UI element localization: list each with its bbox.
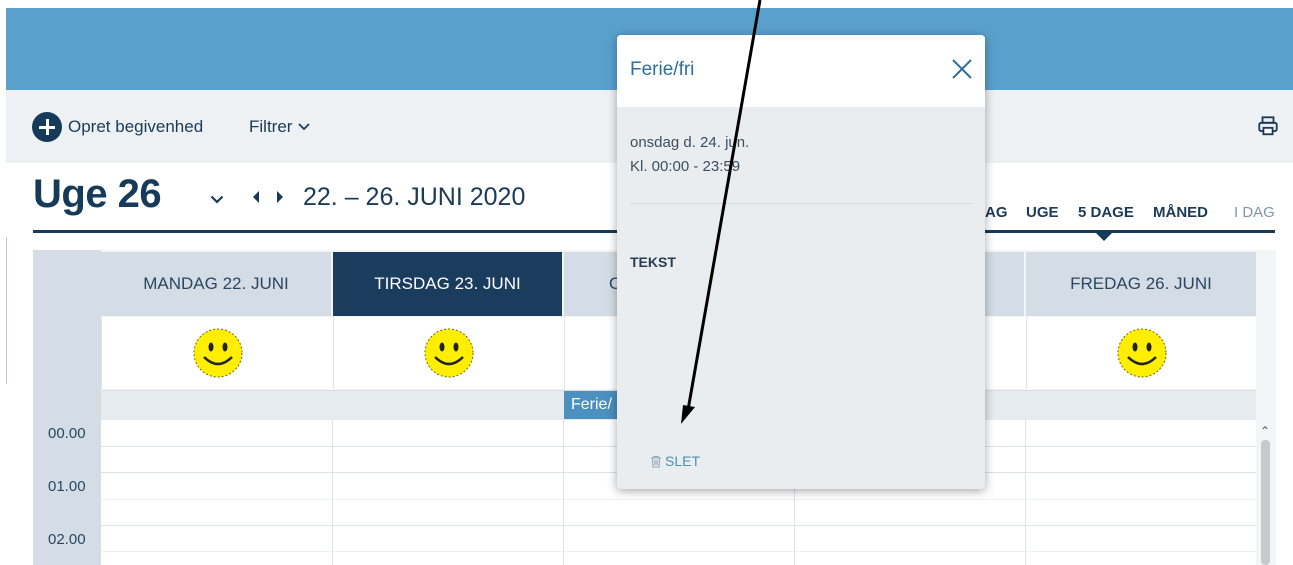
popup-section-label: TEKST — [630, 254, 676, 270]
popup-date: onsdag d. 24. jun. — [630, 134, 750, 151]
day-header-tuesday[interactable]: TIRSDAG 23. JUNI — [333, 252, 562, 316]
popup-divider — [630, 203, 973, 204]
week-title: Uge 26 — [33, 172, 162, 216]
day-divider — [563, 420, 564, 565]
scroll-up-icon[interactable]: ⌃ — [1260, 424, 1270, 438]
tab-month[interactable]: MÅNED — [1153, 204, 1208, 221]
chevron-down-icon — [210, 195, 223, 204]
create-event-label: Opret begivenhed — [68, 117, 204, 136]
delete-button[interactable]: SLET — [650, 453, 700, 469]
printer-icon[interactable] — [1257, 115, 1279, 137]
tab-5-days[interactable]: 5 DAGE — [1078, 204, 1134, 221]
delete-label: SLET — [665, 453, 701, 469]
create-event-button[interactable]: Opret begivenhed — [32, 112, 203, 142]
day-divider — [332, 420, 333, 565]
smiley-icon — [424, 328, 474, 378]
half-hour-line — [101, 499, 1256, 500]
side-panel-edge — [6, 237, 10, 384]
tab-today[interactable]: I DAG — [1234, 204, 1275, 221]
chevron-right-icon[interactable] — [275, 190, 285, 204]
tab-week[interactable]: UGE — [1026, 204, 1059, 221]
event-popup: Ferie/fri onsdag d. 24. jun. Kl. 00:00 -… — [617, 35, 985, 489]
emoji-cell-monday — [101, 317, 333, 389]
popup-title: Ferie/fri — [630, 59, 695, 80]
date-range: 22. – 26. JUNI 2020 — [303, 183, 526, 211]
filter-label: Filtrer — [249, 117, 293, 136]
popup-time: Kl. 00:00 - 23:59 — [630, 158, 741, 175]
half-hour-line — [101, 551, 1256, 552]
time-gutter — [33, 250, 101, 565]
week-dropdown-button[interactable] — [203, 186, 230, 212]
scroll-thumb[interactable] — [1261, 440, 1270, 565]
chevron-down-icon — [298, 123, 311, 131]
smiley-icon — [193, 328, 242, 378]
time-label: 01.00 — [48, 478, 86, 495]
vertical-scrollbar[interactable]: ⌃ — [1256, 420, 1276, 565]
active-tab-marker — [1096, 233, 1112, 241]
plus-circle-icon — [32, 112, 62, 142]
smiley-icon — [1117, 328, 1166, 378]
trash-icon — [651, 455, 661, 468]
day-header-friday[interactable]: FREDAG 26. JUNI — [1026, 252, 1256, 316]
time-label: 02.00 — [48, 531, 86, 548]
popup-header: Ferie/fri — [617, 35, 985, 107]
tab-day[interactable]: AG — [985, 204, 1008, 221]
emoji-cell-friday — [1026, 317, 1256, 389]
filter-button[interactable]: Filtrer — [249, 117, 311, 137]
chevron-left-icon[interactable] — [251, 190, 261, 204]
day-divider — [1025, 420, 1026, 565]
hour-line — [101, 525, 1256, 526]
time-label: 00.00 — [48, 425, 86, 442]
emoji-cell-tuesday — [333, 317, 564, 389]
day-header-monday[interactable]: MANDAG 22. JUNI — [101, 252, 331, 316]
close-icon[interactable] — [951, 58, 973, 80]
